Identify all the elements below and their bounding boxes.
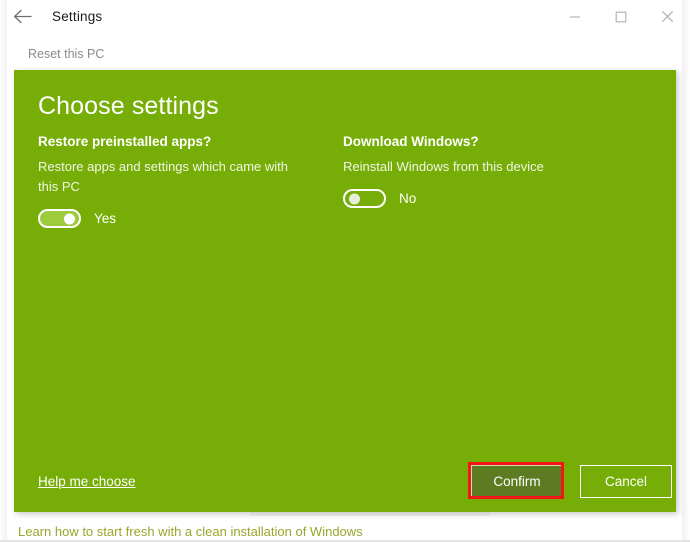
minimize-icon[interactable]: [552, 1, 598, 33]
toggle-state-label: No: [399, 191, 417, 207]
help-me-choose-link[interactable]: Help me choose: [38, 474, 136, 489]
option-download-windows: Download Windows? Reinstall Windows from…: [343, 134, 648, 228]
options-columns: Restore preinstalled apps? Restore apps …: [38, 134, 658, 229]
option-title: Restore preinstalled apps?: [38, 134, 212, 149]
choose-settings-dialog: Choose settings Restore preinstalled app…: [14, 70, 676, 512]
option-description: Reinstall Windows from this device: [343, 159, 544, 174]
option-toggle-row: Yes: [38, 209, 343, 229]
maximize-icon[interactable]: [598, 1, 644, 33]
option-description: Restore apps and settings which came wit…: [38, 159, 289, 195]
window-edge-right: [682, 0, 690, 542]
toggle-knob: [349, 193, 360, 205]
window-title: Settings: [52, 9, 103, 24]
titlebar: Settings: [0, 0, 690, 34]
toggle-knob: [64, 213, 75, 225]
option-title: Download Windows?: [343, 134, 479, 149]
download-windows-toggle[interactable]: [343, 189, 386, 209]
option-restore-preinstalled-apps: Restore preinstalled apps? Restore apps …: [38, 134, 343, 229]
toggle-state-label: Yes: [94, 211, 117, 227]
cancel-button[interactable]: Cancel: [580, 465, 672, 498]
restore-apps-toggle[interactable]: [38, 209, 81, 229]
confirm-button[interactable]: Confirm: [471, 465, 563, 498]
window-controls: [552, 0, 690, 34]
window-edge-left: [0, 0, 7, 542]
settings-window: Settings Reset this PC More recovery opt…: [0, 0, 690, 542]
page-subheader: Reset this PC: [14, 38, 676, 70]
learn-clean-install-link[interactable]: Learn how to start fresh with a clean in…: [18, 524, 363, 539]
option-toggle-row: No: [343, 189, 648, 209]
page-subheader-label: Reset this PC: [28, 47, 105, 61]
reset-this-pc-page: Reset this PC More recovery options Lear…: [0, 34, 690, 542]
dialog-heading: Choose settings: [38, 92, 219, 120]
